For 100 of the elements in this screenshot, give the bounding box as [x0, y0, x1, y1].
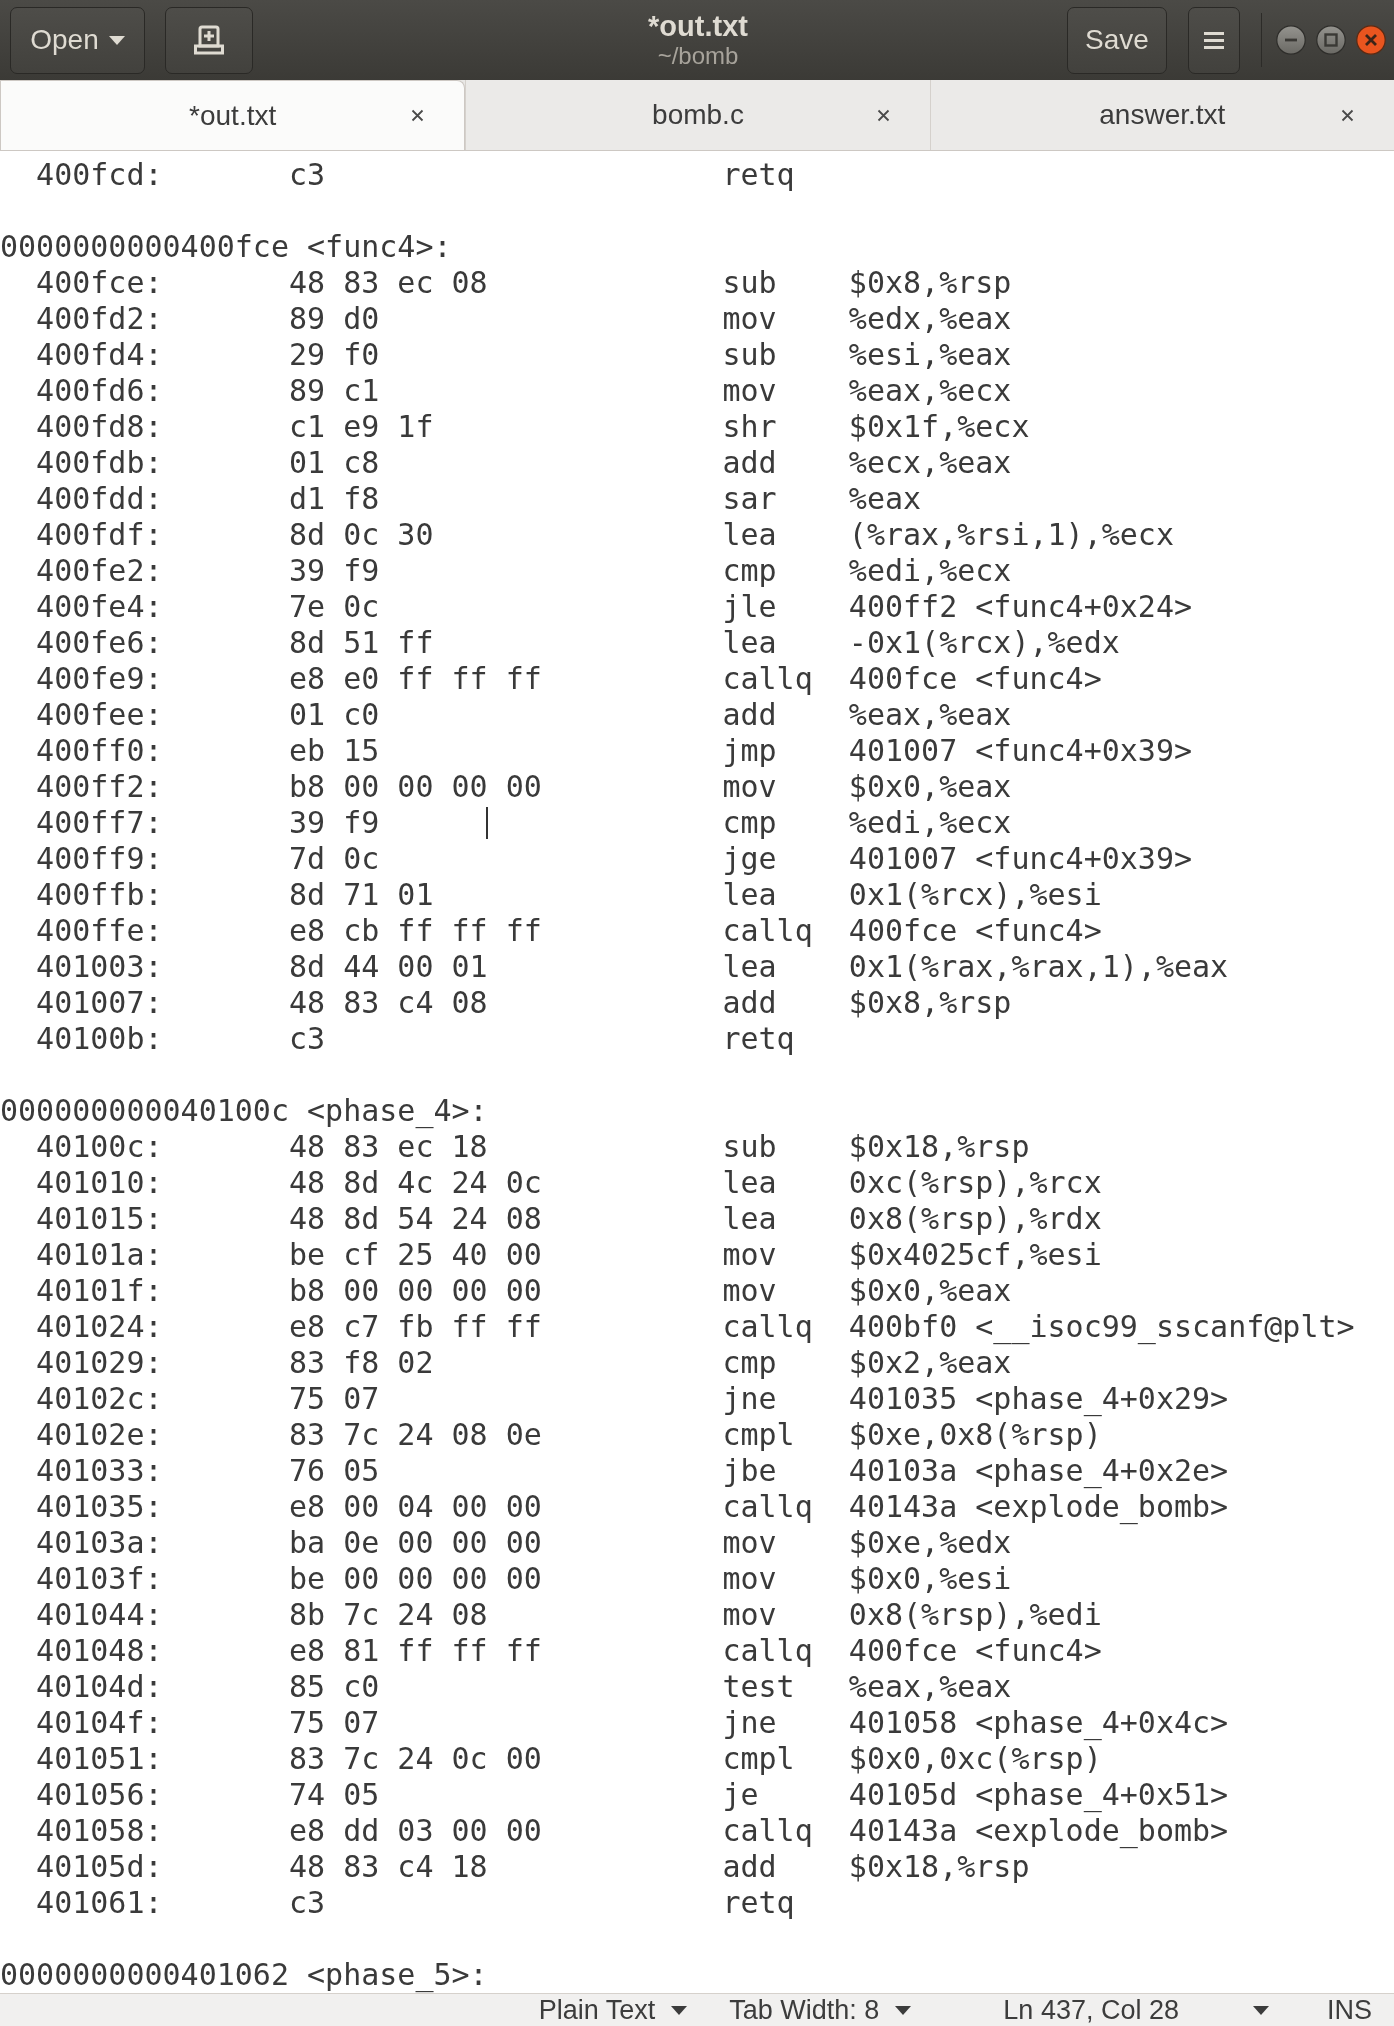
instruction-operands: 40143a <explode_bomb> [848, 1813, 1229, 1849]
instruction-mnemonic: mov [722, 1273, 777, 1309]
opcode-bytes: eb 15 [288, 733, 380, 769]
line-address: 401048: [36, 1633, 163, 1669]
instruction-mnemonic: mov [722, 1237, 777, 1273]
instruction-operands: $0x2,%eax [848, 1345, 1012, 1381]
instruction-mnemonic: je [722, 1777, 759, 1813]
opcode-bytes: be cf 25 40 00 [288, 1237, 542, 1273]
line-address: 400fe2: [36, 553, 163, 589]
save-button[interactable]: Save [1067, 6, 1167, 74]
instruction-mnemonic: retq [722, 1885, 795, 1921]
line-address: 40101a: [36, 1237, 163, 1273]
line-address: 400ff2: [36, 769, 163, 805]
instruction-mnemonic: cmpl [722, 1417, 795, 1453]
minimize-icon[interactable] [1276, 25, 1306, 55]
line-address: 401033: [36, 1453, 163, 1489]
instruction-mnemonic: mov [722, 769, 777, 805]
instruction-mnemonic: add [722, 985, 777, 1021]
instruction-operands: 0x1(%rax,%rax,1),%eax [848, 949, 1229, 985]
tab[interactable]: *out.txt [0, 80, 466, 150]
line-address: 400fd4: [36, 337, 163, 373]
close-icon[interactable] [1356, 25, 1386, 55]
instruction-mnemonic: add [722, 1849, 777, 1885]
open-button[interactable]: Open [10, 6, 145, 74]
instruction-operands: %eax [848, 481, 922, 517]
instruction-operands: 0xc(%rsp),%rcx [848, 1165, 1102, 1201]
instruction-mnemonic: jge [722, 841, 777, 877]
menu-button[interactable] [1188, 6, 1240, 74]
instruction-operands: $0x8,%rsp [848, 265, 1012, 301]
instruction-mnemonic: cmp [722, 805, 777, 841]
opcode-bytes: c3 [288, 1885, 326, 1921]
instruction-mnemonic: lea [722, 625, 777, 661]
close-icon[interactable] [411, 109, 425, 122]
opcode-bytes: 48 83 ec 18 [288, 1129, 488, 1165]
instruction-mnemonic: mov [722, 373, 777, 409]
line-address: 400ffe: [36, 913, 163, 949]
instruction-mnemonic: sar [722, 481, 777, 517]
instruction-mnemonic: callq [722, 661, 813, 697]
maximize-icon[interactable] [1316, 25, 1346, 55]
opcode-bytes: be 00 00 00 00 [288, 1561, 542, 1597]
instruction-mnemonic: lea [722, 949, 777, 985]
opcode-bytes: 01 c8 [288, 445, 380, 481]
line-address: 40103a: [36, 1525, 163, 1561]
line-address: 400fd6: [36, 373, 163, 409]
line-address: 400fe6: [36, 625, 163, 661]
cursor-position-dropdown[interactable]: Ln 437, Col 28 [997, 1996, 1275, 2024]
instruction-mnemonic: cmp [722, 1345, 777, 1381]
instruction-mnemonic: mov [722, 301, 777, 337]
close-icon[interactable] [876, 108, 890, 122]
instruction-mnemonic: callq [722, 1489, 813, 1525]
opcode-bytes: 48 8d 54 24 08 [288, 1201, 542, 1237]
caret-icon [895, 2005, 912, 2015]
opcode-bytes: 29 f0 [288, 337, 380, 373]
window-title: *out.txt [648, 10, 748, 43]
opcode-bytes: 8d 44 00 01 [288, 949, 488, 985]
instruction-operands: $0x0,%esi [848, 1561, 1012, 1597]
language-dropdown[interactable]: Plain Text [532, 1996, 694, 2024]
instruction-operands: $0x0,%eax [848, 769, 1012, 805]
opcode-bytes: c3 [288, 1021, 326, 1057]
instruction-mnemonic: sub [722, 337, 777, 373]
instruction-operands: 40103a <phase_4+0x2e> [848, 1453, 1229, 1489]
instruction-operands: $0x0,%eax [848, 1273, 1012, 1309]
instruction-mnemonic: jne [722, 1381, 777, 1417]
line-address: 400fdf: [36, 517, 163, 553]
opcode-bytes: 74 05 [288, 1777, 380, 1813]
close-icon[interactable] [1341, 108, 1354, 122]
caret-icon [1253, 2005, 1269, 2015]
line-address: 401010: [36, 1165, 163, 1201]
line-address: 40102e: [36, 1417, 163, 1453]
instruction-operands: %eax,%ecx [848, 373, 1012, 409]
instruction-mnemonic: lea [722, 1165, 777, 1201]
opcode-bytes: c1 e9 1f [288, 409, 434, 445]
instruction-operands: %edi,%ecx [848, 553, 1012, 589]
opcode-bytes: 48 83 ec 08 [288, 265, 488, 301]
opcode-bytes: 75 07 [288, 1705, 380, 1741]
instruction-mnemonic: lea [722, 517, 777, 553]
menu-icon [1204, 31, 1224, 49]
instruction-mnemonic: mov [722, 1561, 777, 1597]
opcode-bytes: 01 c0 [288, 697, 380, 733]
opcode-bytes: 39 f9 [288, 805, 380, 841]
line-address: 400fd2: [36, 301, 163, 337]
opcode-bytes: 8b 7c 24 08 [288, 1597, 488, 1633]
new-tab-button[interactable] [165, 6, 253, 74]
line-address: 401003: [36, 949, 163, 985]
opcode-bytes: b8 00 00 00 00 [288, 769, 542, 805]
instruction-operands: 401035 <phase_4+0x29> [848, 1381, 1229, 1417]
opcode-bytes: 48 8d 4c 24 0c [288, 1165, 542, 1201]
line-address: 401058: [36, 1813, 163, 1849]
instruction-operands: $0x0,0xc(%rsp) [848, 1741, 1102, 1777]
instruction-operands: 400fce <func4> [848, 661, 1102, 697]
line-address: 40100c: [36, 1129, 163, 1165]
line-address: 400fd8: [36, 409, 163, 445]
line-address: 401024: [36, 1309, 163, 1345]
caret-icon [108, 35, 125, 45]
function-label: 000000000040100c <phase_4>: [0, 1093, 488, 1129]
line-address: 400ffb: [36, 877, 163, 913]
instruction-mnemonic: jmp [722, 733, 777, 769]
opcode-bytes: e8 cb ff ff ff [288, 913, 542, 949]
opcode-bytes: 7e 0c [288, 589, 380, 625]
tab-width-dropdown[interactable]: Tab Width: 8 [723, 1996, 918, 2024]
